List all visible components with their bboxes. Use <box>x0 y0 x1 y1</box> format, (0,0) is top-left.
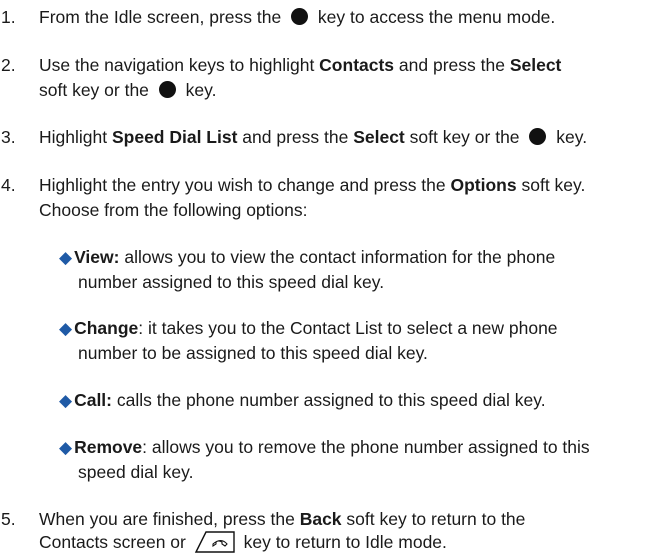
text-line: ◆ Call: calls the phone number assigned t… <box>59 388 546 413</box>
text-run: soft key or the <box>404 127 525 147</box>
bold-term: View: <box>74 247 120 267</box>
select-key-icon <box>529 128 547 145</box>
step-number: 1. <box>1 7 16 27</box>
step-number: 4. <box>1 175 16 195</box>
bold-term: Contacts <box>319 55 395 75</box>
text-run: : allows you to remove the phone number … <box>142 437 590 457</box>
text-line: ◆ View: allows you to view the contact in… <box>59 245 555 270</box>
text-run: soft key or the <box>39 80 154 100</box>
text-run: Use the navigation keys to highlight <box>39 55 320 75</box>
text-line: soft key or the key. <box>39 78 216 102</box>
text-line: ◆ Remove: allows you to remove the phone … <box>59 435 590 460</box>
bold-term: Remove <box>74 437 143 457</box>
text-line: Choose from the following options: <box>39 198 307 222</box>
diamond-bullet-icon: ◆ <box>59 438 73 457</box>
text-run: Highlight the entry you wish to change a… <box>39 175 451 195</box>
text-line: 1. From the Idle screen, press the key to… <box>1 5 556 29</box>
text-run: calls the phone number assigned to this … <box>112 390 546 410</box>
text-run: allows you to view the contact informati… <box>119 247 556 267</box>
bold-term: Options <box>450 175 517 195</box>
text-line: 5. When you are finished, press the Back … <box>1 507 526 531</box>
select-key-icon <box>291 8 309 25</box>
text-run: key. <box>551 127 588 147</box>
bold-term: Select <box>353 127 405 147</box>
text-run: From the Idle screen, press the <box>39 7 287 27</box>
diamond-bullet-icon: ◆ <box>59 391 73 410</box>
end-call-key-icon <box>194 531 235 553</box>
text-run: key to access the menu mode. <box>313 7 556 27</box>
text-run: soft key. <box>516 175 586 195</box>
text-run: number to be assigned to this speed dial… <box>78 343 428 363</box>
step-number: 5. <box>1 509 16 529</box>
text-line: 2. Use the navigation keys to highlight C… <box>1 53 562 77</box>
text-run: Choose from the following options: <box>39 200 308 220</box>
bold-term: Call: <box>74 390 113 410</box>
diamond-bullet-icon: ◆ <box>59 319 73 338</box>
text-run: When you are finished, press the <box>39 509 300 529</box>
text-run: : it takes you to the Contact List to se… <box>138 318 558 338</box>
text-run: speed dial key. <box>78 462 194 482</box>
text-line: speed dial key. <box>78 460 193 484</box>
text-run: soft key to return to the <box>341 509 526 529</box>
text-line: Contacts screen or key to return to Idle… <box>39 530 447 554</box>
diamond-bullet-icon: ◆ <box>59 248 73 267</box>
text-line: ◆ Change: it takes you to the Contact Lis… <box>59 316 558 341</box>
text-line: 3. Highlight Speed Dial List and press th… <box>1 125 588 149</box>
bold-term: Select <box>509 55 562 75</box>
text-run: and press the <box>394 55 510 75</box>
step-number: 3. <box>1 127 16 147</box>
text-line: 4. Highlight the entry you wish to change… <box>1 173 586 197</box>
text-run: and press the <box>237 127 354 147</box>
bold-term: Speed Dial List <box>111 127 238 147</box>
text-run: Contacts screen or <box>39 532 191 552</box>
bold-term: Change <box>74 318 139 338</box>
text-line: number to be assigned to this speed dial… <box>78 341 428 365</box>
text-run: key. <box>180 80 217 100</box>
text-run: Highlight <box>39 127 112 147</box>
bold-term: Back <box>299 509 342 529</box>
text-run: number assigned to this speed dial key. <box>78 272 385 292</box>
step-number: 2. <box>1 55 16 75</box>
select-key-icon <box>158 81 176 98</box>
text-line: number assigned to this speed dial key. <box>78 270 384 294</box>
text-run: key to return to Idle mode. <box>238 532 447 552</box>
